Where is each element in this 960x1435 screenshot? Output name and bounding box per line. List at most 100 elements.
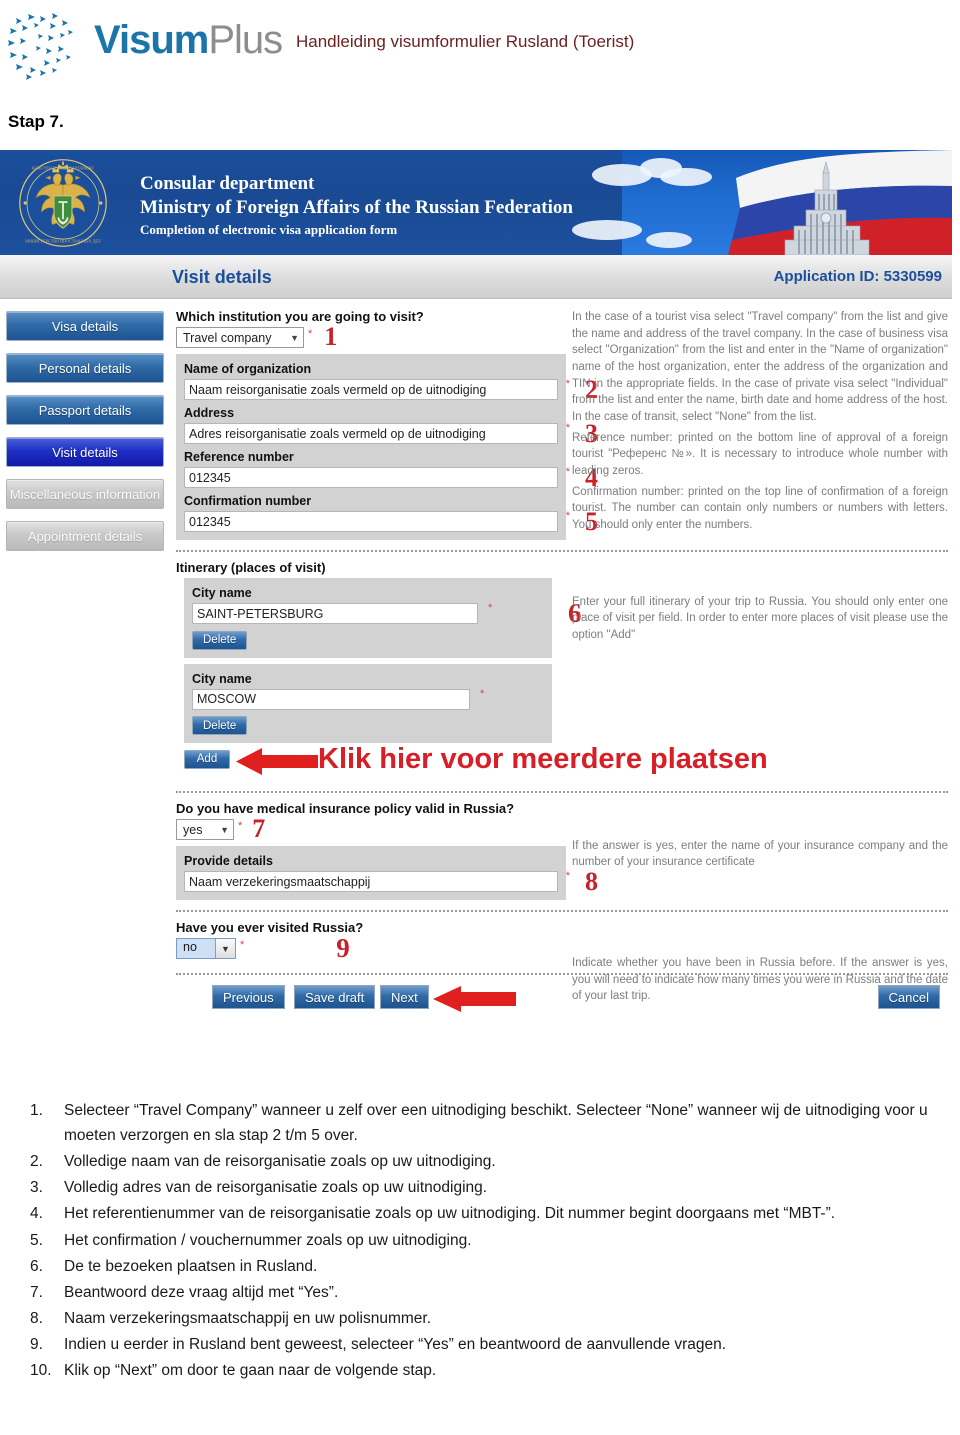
delete-city-1-button[interactable]: Delete — [192, 630, 248, 650]
sidebar-label: Personal details — [38, 360, 132, 376]
list-item-number: 7. — [30, 1283, 43, 1301]
required-star: * — [238, 820, 243, 832]
document-title: Handleiding visumformulier Rusland (Toer… — [296, 32, 635, 51]
confirmation-number-input[interactable] — [184, 511, 558, 532]
form-body: Visa details Personal details Passport d… — [0, 299, 952, 1070]
list-item-number: 9. — [30, 1335, 43, 1353]
list-item: 6. De te bezoeken plaatsen in Rusland. — [30, 1254, 955, 1279]
marker-9: 9 — [336, 933, 350, 963]
visumplus-logo: VisumPlus — [6, 8, 286, 80]
list-item-text: Het referentienummer van de reisorganisa… — [64, 1205, 836, 1223]
organization-fieldset: Name of organization * 2 Address * 3 Ref… — [176, 354, 598, 540]
list-item-text: Indien u eerder in Rusland bent geweest,… — [64, 1335, 727, 1353]
list-item-text: Het confirmation / vouchernummer zoals o… — [64, 1231, 472, 1249]
page-header: VisumPlus Handleiding visumformulier Rus… — [0, 0, 960, 88]
provide-details-fieldset: Provide details * 8 — [176, 846, 598, 900]
visited-select[interactable]: no ▼ — [176, 938, 236, 959]
help-text-6: Indicate whether you have been in Russia… — [572, 957, 948, 1003]
save-draft-label: Save draft — [305, 989, 365, 1005]
list-item-number: 2. — [30, 1153, 43, 1171]
application-screenshot: КОНСУЛЬСКИЙ ДЕПАРТАМЕНТ МИНИСТЕРСТВО ИНО… — [0, 150, 952, 1070]
delete-city-2-button[interactable]: Delete — [192, 716, 248, 735]
add-city-button[interactable]: Add — [184, 749, 230, 769]
instruction-list: 1. Selecteer “Travel Company” wanneer u … — [30, 1098, 955, 1384]
list-item-number: 4. — [30, 1205, 43, 1223]
organization-label: Name of organization — [184, 362, 312, 376]
svg-text:МИНИСТЕРСТВО ИНОСТРАННЫХ ДЕЛ: МИНИСТЕРСТВО ИНОСТРАННЫХ ДЕЛ — [25, 239, 101, 244]
itinerary-label: Itinerary (places of visit) — [176, 560, 326, 575]
required-star: * — [565, 466, 570, 478]
red-arrow-left-icon — [433, 986, 516, 1012]
insurance-select[interactable]: yes ▼ — [176, 819, 234, 840]
insurance-select-value: yes — [183, 822, 203, 837]
previous-label: Previous — [223, 989, 274, 1005]
delete-label: Delete — [203, 634, 237, 646]
logo-visum-word: Visum — [94, 18, 209, 62]
banner-text: Consular department Ministry of Foreign … — [140, 172, 573, 238]
step-heading: Stap 7. — [8, 112, 64, 131]
required-star: * — [240, 939, 245, 951]
organization-input[interactable] — [184, 379, 558, 400]
chevron-down-icon[interactable]: ▼ — [215, 939, 235, 958]
list-item-number: 10. — [30, 1362, 52, 1380]
sidebar-item-passport-details[interactable]: Passport details — [6, 395, 164, 425]
address-input[interactable] — [184, 423, 558, 444]
list-item: 7. Beantwoord deze vraag altijd met “Yes… — [30, 1280, 955, 1305]
required-star: * — [565, 378, 570, 390]
required-star: * — [480, 687, 485, 700]
sidebar-item-visa-details[interactable]: Visa details — [6, 311, 164, 341]
list-item-number: 6. — [30, 1257, 43, 1275]
help-text-4: Enter your full itinerary of your trip t… — [572, 595, 948, 642]
city-name-input-1[interactable] — [192, 603, 478, 624]
required-star: * — [565, 510, 570, 522]
site-banner: КОНСУЛЬСКИЙ ДЕПАРТАМЕНТ МИНИСТЕРСТВО ИНО… — [0, 150, 952, 255]
sidebar-nav: Visa details Personal details Passport d… — [6, 311, 164, 563]
reference-number-label: Reference number — [184, 450, 294, 464]
institution-question-label: Which institution you are going to visit… — [176, 309, 424, 324]
list-item: 2. Volledige naam van de reisorganisatie… — [30, 1149, 955, 1174]
city-name-label: City name — [192, 586, 252, 600]
section-titlebar: Visit details Application ID: 5330599 — [0, 255, 952, 299]
svg-text:КОНСУЛЬСКИЙ ДЕПАРТАМЕНТ: КОНСУЛЬСКИЙ ДЕПАРТАМЕНТ — [32, 166, 94, 171]
provide-details-label: Provide details — [184, 854, 273, 868]
list-item: 4. Het referentienummer van de reisorgan… — [30, 1201, 955, 1226]
save-draft-button[interactable]: Save draft — [294, 985, 376, 1009]
sidebar-label: Visit details — [52, 444, 118, 460]
required-star: * — [565, 870, 570, 882]
help-text-column: In the case of a tourist visa select "Tr… — [572, 309, 948, 1009]
list-item-text: Volledig adres van de reisorganisatie zo… — [64, 1179, 488, 1197]
list-item-text: Beantwoord deze vraag altijd met “Yes”. — [64, 1283, 339, 1301]
institution-select[interactable]: Travel company ▼ — [176, 327, 304, 348]
chevron-down-icon: ▼ — [290, 332, 299, 343]
delete-label: Delete — [203, 719, 237, 732]
reference-number-input[interactable] — [184, 467, 558, 488]
red-arrow-left-icon — [236, 748, 318, 775]
provide-details-input[interactable] — [184, 871, 558, 892]
section-title: Visit details — [172, 267, 272, 287]
banner-line-3: Completion of electronic visa applicatio… — [140, 221, 398, 237]
institution-select-value: Travel company — [183, 330, 272, 345]
next-button[interactable]: Next — [380, 985, 429, 1009]
itinerary-city-1: City name * Delete — [184, 578, 552, 658]
list-item: 3. Volledig adres van de reisorganisatie… — [30, 1175, 955, 1200]
previous-button[interactable]: Previous — [212, 985, 285, 1009]
required-star: * — [308, 328, 313, 340]
visited-question-label: Have you ever visited Russia? — [176, 920, 364, 935]
city-name-input-2[interactable] — [192, 688, 470, 710]
sidebar-label: Miscellaneous information — [9, 486, 161, 502]
confirmation-number-label: Confirmation number — [184, 494, 312, 508]
sidebar-item-personal-details[interactable]: Personal details — [6, 353, 164, 383]
next-label: Next — [391, 989, 418, 1005]
logo-plus-word: Plus — [208, 18, 283, 62]
itinerary-city-2: City name * Delete — [184, 663, 552, 743]
city-name-label: City name — [192, 671, 252, 686]
list-item-text: De te bezoeken plaatsen in Rusland. — [64, 1257, 318, 1275]
cloud-shape — [572, 220, 642, 240]
add-label: Add — [196, 753, 218, 765]
insurance-question-label: Do you have medical insurance policy val… — [176, 801, 515, 816]
list-item-text: Selecteer “Travel Company” wanneer u zel… — [64, 1102, 928, 1145]
sidebar-item-visit-details[interactable]: Visit details — [6, 437, 164, 467]
list-item: 8. Naam verzekeringsmaatschappij en uw p… — [30, 1306, 955, 1331]
list-item-text: Naam verzekeringsmaatschappij en uw poli… — [64, 1309, 431, 1327]
sidebar-item-miscellaneous-information: Miscellaneous information — [6, 479, 164, 509]
